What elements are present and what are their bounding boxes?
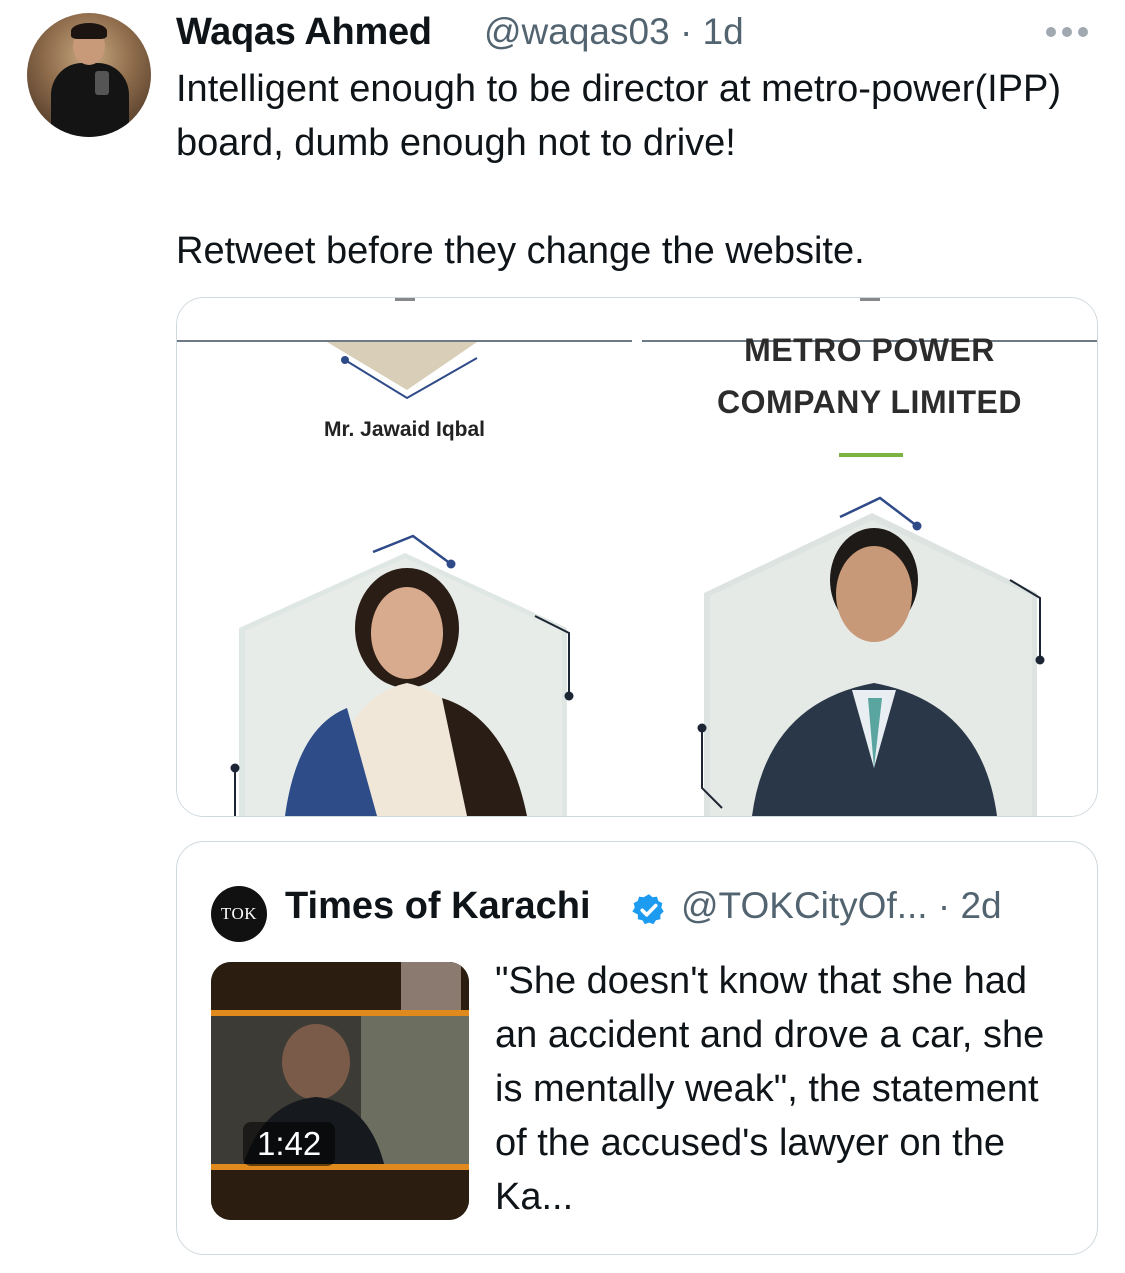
quoted-tweet-text: "She doesn't know that she had an accide… <box>495 960 1045 1218</box>
quoted-handle-time[interactable]: @TOKCityOf... · 2d <box>681 880 1002 932</box>
hexagon-portrait-graphic <box>230 342 574 816</box>
video-thumbnail[interactable]: 1:42 <box>211 962 469 1220</box>
media-image-right[interactable]: METRO POWER COMPANY LIMITED <box>642 298 1097 816</box>
author-name[interactable]: Waqas Ahmed <box>176 6 432 58</box>
tweet-paragraph: Retweet before they change the website. <box>176 230 865 272</box>
quoted-avatar[interactable]: TOK <box>211 886 267 942</box>
author-handle-time[interactable]: @waqas03 · 1d <box>484 6 744 58</box>
quoted-author-name[interactable]: Times of Karachi <box>285 880 591 932</box>
quoted-tweet[interactable]: TOK Times of Karachi @TOKCityOf... · 2d … <box>176 841 1098 1255</box>
video-duration-badge: 1:42 <box>243 1122 336 1166</box>
tweet-paragraph: Intelligent enough to be director at met… <box>176 68 1062 164</box>
more-dots-icon[interactable] <box>1046 22 1094 42</box>
verified-badge-icon <box>632 894 664 925</box>
tweet-text: Intelligent enough to be director at met… <box>176 62 1096 278</box>
hexagon-portrait-graphic <box>697 496 1045 816</box>
tweet-media[interactable]: Mr. Jawaid Iqbal METRO POWER COMPANY LIM… <box>176 297 1098 817</box>
video-frame-graphic <box>211 962 469 1220</box>
avatar-hair-shape <box>71 23 107 39</box>
avatar-phone-shape <box>95 71 109 95</box>
avatar[interactable] <box>27 13 151 137</box>
media-image-left[interactable]: Mr. Jawaid Iqbal <box>177 298 632 816</box>
person-caption: Mr. Jawaid Iqbal <box>323 418 486 441</box>
avatar-body-shape <box>51 63 129 137</box>
